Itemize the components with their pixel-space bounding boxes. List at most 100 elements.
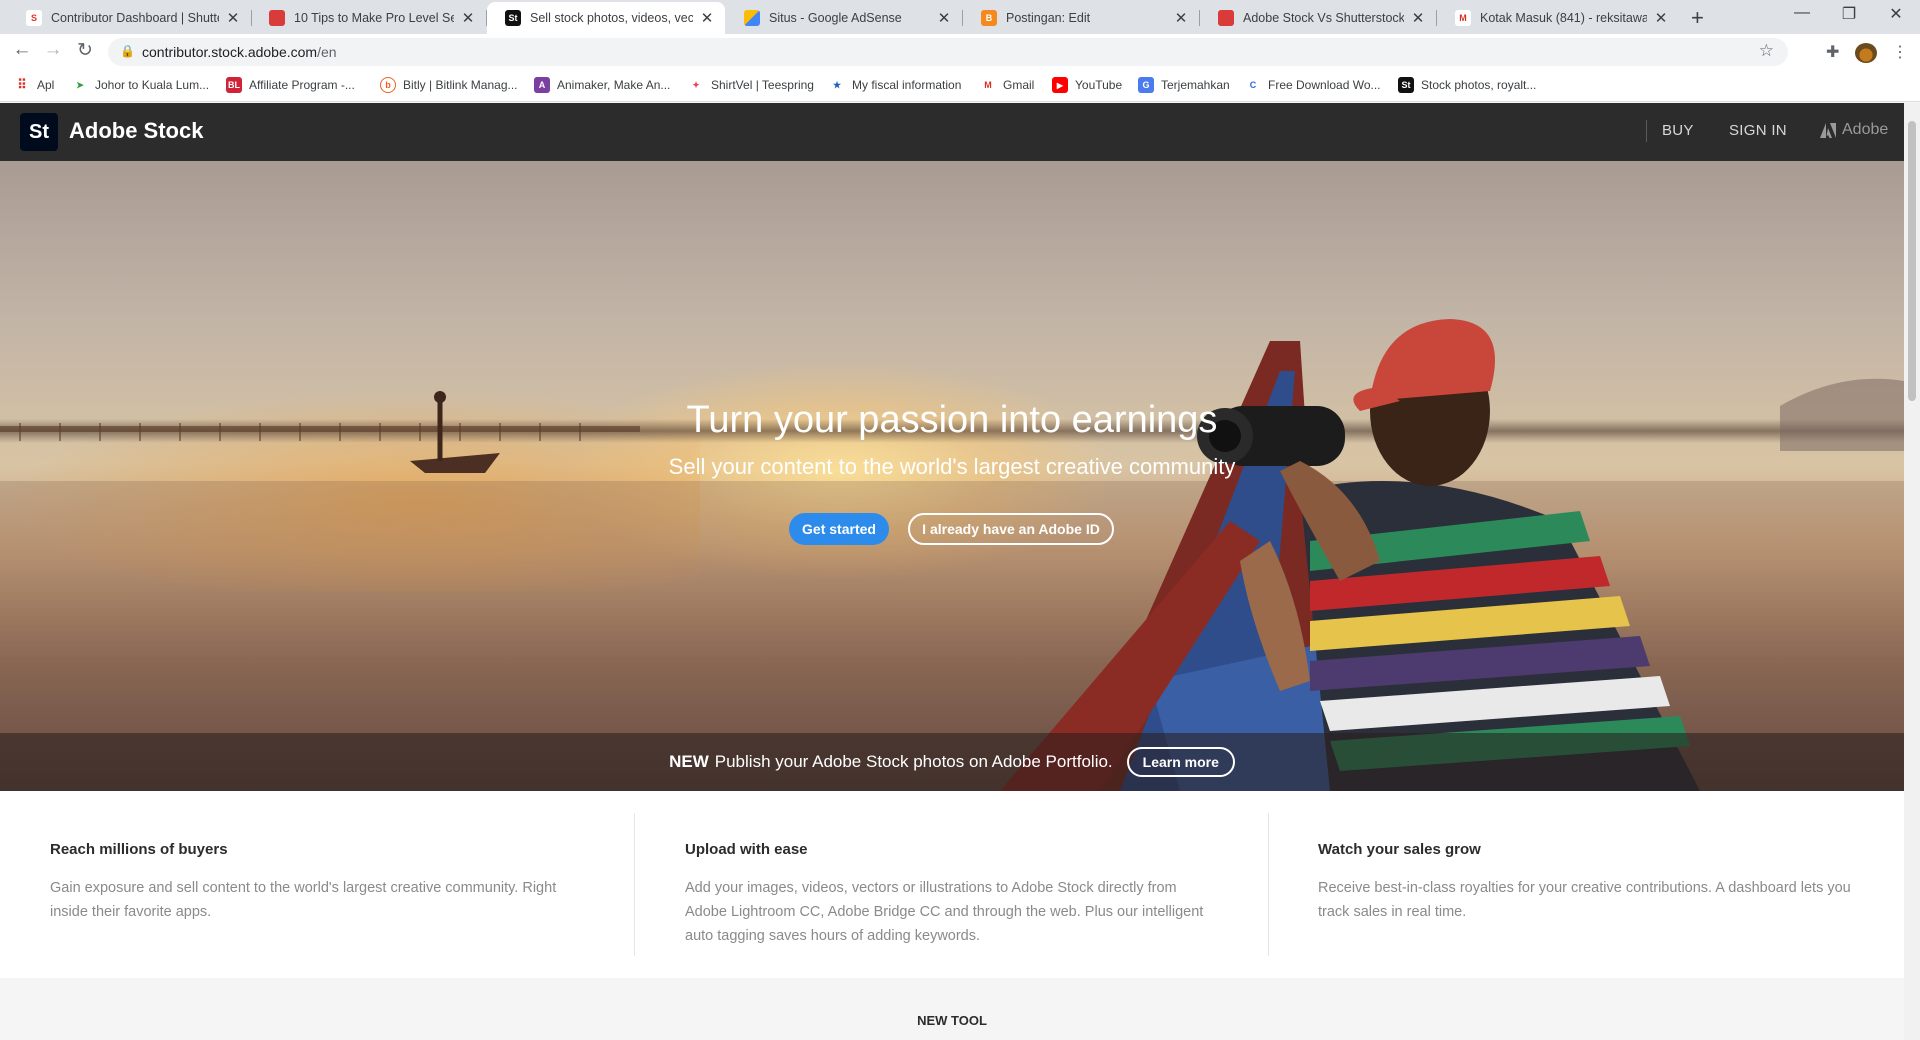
animaker-logo-icon: A bbox=[534, 77, 550, 93]
shutterstock-favicon-icon: S bbox=[26, 10, 42, 26]
feature-text: Add your images, videos, vectors or illu… bbox=[685, 880, 1204, 944]
hero-subtitle: Sell your content to the world's largest… bbox=[668, 454, 1236, 479]
new-badge: NEW bbox=[669, 752, 709, 771]
adobe-stock-favicon-icon: St bbox=[505, 10, 521, 26]
restore-icon[interactable]: ❐ bbox=[1826, 4, 1872, 24]
tab-selfie-tips[interactable]: 10 Tips to Make Pro Level Selfies ✕ bbox=[251, 2, 487, 34]
red-site-favicon-icon bbox=[269, 10, 285, 26]
bookmark-free-download[interactable]: C Free Download Wo... bbox=[1245, 77, 1381, 93]
forward-icon[interactable]: → bbox=[41, 39, 65, 61]
tab-adobe-vs-shutterstock[interactable]: Adobe Stock Vs Shutterstock kelebihan ✕ bbox=[1200, 2, 1437, 34]
bookmark-fiscal-information[interactable]: ★ My fiscal information bbox=[829, 77, 961, 93]
bus-arrow-icon: ➤ bbox=[76, 79, 84, 90]
close-tab-icon[interactable]: ✕ bbox=[460, 9, 476, 27]
bitly-logo-icon: b bbox=[380, 77, 396, 93]
adobe-id-signin-button[interactable]: I already have an Adobe ID bbox=[908, 513, 1114, 545]
address-bar[interactable]: 🔒 contributor.stock.adobe.com/en ☆ bbox=[108, 38, 1788, 66]
site-logo-text[interactable]: Adobe Stock bbox=[69, 118, 203, 144]
feature-title: Watch your sales grow bbox=[1318, 841, 1481, 858]
hero-title: Turn your passion into earnings bbox=[686, 399, 1218, 441]
close-tab-icon[interactable]: ✕ bbox=[699, 9, 715, 27]
menu-dots-icon[interactable]: ⋮ bbox=[1892, 42, 1908, 62]
page-scrollbar[interactable] bbox=[1904, 103, 1920, 1040]
learn-more-button[interactable]: Learn more bbox=[1126, 747, 1235, 777]
bookmark-animaker[interactable]: A Animaker, Make An... bbox=[534, 77, 670, 93]
bookmarks-bar: ⠿ Apl ➤ Johor to Kuala Lum... BL Affiliate … bbox=[0, 70, 1920, 102]
tab-title: Contributor Dashboard | Shutterstock bbox=[51, 11, 219, 25]
close-window-icon[interactable]: ✕ bbox=[1873, 4, 1919, 24]
adobe-stock-logo[interactable]: St bbox=[20, 113, 58, 151]
promo-text: Publish your Adobe Stock photos on Adobe… bbox=[714, 752, 1113, 771]
close-tab-icon[interactable]: ✕ bbox=[225, 9, 241, 27]
download-site-icon: C bbox=[1249, 80, 1257, 90]
bookmark-affiliate-program[interactable]: BL Affiliate Program -... bbox=[226, 77, 355, 93]
adobe-link[interactable]: Adobe bbox=[1820, 121, 1888, 139]
feature-title: Reach millions of buyers bbox=[50, 841, 228, 858]
blogger-favicon-icon: B bbox=[981, 10, 997, 26]
features-section: Reach millions of buyers Gain exposure a… bbox=[0, 791, 1904, 978]
adobe-stock-icon: St bbox=[1398, 77, 1414, 93]
tab-shutterstock-dashboard[interactable]: S Contributor Dashboard | Shutterstock ✕ bbox=[8, 2, 252, 34]
close-tab-icon[interactable]: ✕ bbox=[1410, 9, 1426, 27]
tab-title: Postingan: Edit bbox=[1006, 11, 1091, 25]
adobe-logo-icon bbox=[1820, 122, 1836, 138]
profile-avatar[interactable] bbox=[1855, 43, 1877, 63]
bookmark-stock-photos[interactable]: St Stock photos, royalt... bbox=[1398, 77, 1536, 93]
bookmark-translate[interactable]: G Terjemahkan bbox=[1138, 77, 1230, 93]
tab-adobe-stock-contributor[interactable]: St Sell stock photos, videos, vectors ✕ bbox=[487, 2, 725, 34]
browser-toolbar: ← → ↻ 🔒 contributor.stock.adobe.com/en ☆… bbox=[0, 34, 1920, 70]
close-tab-icon[interactable]: ✕ bbox=[1653, 9, 1669, 27]
url-text[interactable]: contributor.stock.adobe.com/en bbox=[142, 44, 337, 60]
bookmark-shirtvel-teespring[interactable]: ✦ ShirtVel | Teespring bbox=[688, 77, 814, 93]
reload-icon[interactable]: ↻ bbox=[73, 39, 97, 62]
buy-link[interactable]: BUY bbox=[1662, 122, 1694, 139]
bookmark-star-icon[interactable]: ☆ bbox=[1759, 41, 1774, 61]
feature-title: Upload with ease bbox=[685, 841, 808, 858]
feature-text: Gain exposure and sell content to the wo… bbox=[50, 880, 557, 920]
adobe-link-label: Adobe bbox=[1842, 121, 1889, 138]
feature-text: Receive best-in-class royalties for your… bbox=[1318, 880, 1851, 920]
scrollbar-thumb[interactable] bbox=[1908, 121, 1916, 401]
page-viewport: St Adobe Stock BUY SIGN IN Adobe Turn yo… bbox=[0, 103, 1904, 1040]
feature-sales-grow: Watch your sales grow Receive best-in-cl… bbox=[1268, 791, 1902, 978]
tab-title: Sell stock photos, videos, vectors bbox=[530, 11, 693, 25]
gmail-favicon-icon: M bbox=[1455, 10, 1471, 26]
close-tab-icon[interactable]: ✕ bbox=[1173, 9, 1189, 27]
tab-gmail-inbox[interactable]: M Kotak Masuk (841) - reksitawarda ✕ bbox=[1437, 2, 1679, 34]
tab-title: Adobe Stock Vs Shutterstock kelebihan bbox=[1243, 11, 1404, 25]
hero-banner: Turn your passion into earnings Sell you… bbox=[0, 161, 1904, 791]
bookmark-johor-kuala-lumpur[interactable]: ➤ Johor to Kuala Lum... bbox=[72, 77, 209, 93]
bookmark-youtube[interactable]: ▶ YouTube bbox=[1052, 77, 1122, 93]
gmail-icon: M bbox=[984, 80, 992, 90]
portfolio-promo-banner: NEW Publish your Adobe Stock photos on A… bbox=[0, 733, 1904, 791]
bookmark-gmail[interactable]: M Gmail bbox=[980, 77, 1034, 93]
bl-logo-icon: BL bbox=[226, 77, 242, 93]
google-translate-icon: G bbox=[1138, 77, 1154, 93]
minimize-icon[interactable]: — bbox=[1779, 4, 1825, 22]
header-divider bbox=[1646, 120, 1647, 142]
new-tab-button[interactable]: + bbox=[1691, 5, 1704, 31]
tab-title: Kotak Masuk (841) - reksitawarda bbox=[1480, 11, 1647, 25]
fiscal-badge-icon: ★ bbox=[832, 79, 842, 90]
sign-in-link[interactable]: SIGN IN bbox=[1729, 122, 1787, 139]
close-tab-icon[interactable]: ✕ bbox=[936, 9, 952, 27]
youtube-icon: ▶ bbox=[1052, 77, 1068, 93]
lock-icon[interactable]: 🔒 bbox=[120, 44, 135, 58]
tab-title: Situs - Google AdSense bbox=[769, 11, 902, 25]
adsense-favicon-icon bbox=[744, 10, 760, 26]
feature-upload-ease: Upload with ease Add your images, videos… bbox=[635, 791, 1269, 978]
teespring-logo-icon: ✦ bbox=[692, 79, 700, 90]
get-started-button[interactable]: Get started bbox=[789, 513, 889, 545]
tab-blogger-edit[interactable]: B Postingan: Edit ✕ bbox=[963, 2, 1200, 34]
bookmark-apps[interactable]: ⠿ Apl bbox=[14, 77, 54, 93]
tab-strip: S Contributor Dashboard | Shutterstock ✕… bbox=[0, 0, 1920, 34]
tab-title: 10 Tips to Make Pro Level Selfies bbox=[294, 11, 454, 25]
new-tool-section-label: NEW TOOL bbox=[917, 1013, 987, 1028]
extensions-puzzle-icon[interactable]: ✚ bbox=[1826, 42, 1839, 62]
tab-google-adsense[interactable]: Situs - Google AdSense ✕ bbox=[726, 2, 963, 34]
site-header: St Adobe Stock BUY SIGN IN Adobe bbox=[0, 103, 1904, 161]
back-icon[interactable]: ← bbox=[10, 39, 34, 61]
apps-grid-icon: ⠿ bbox=[17, 77, 27, 92]
red-site-favicon-icon bbox=[1218, 10, 1234, 26]
bookmark-bitly[interactable]: b Bitly | Bitlink Manag... bbox=[380, 77, 518, 93]
